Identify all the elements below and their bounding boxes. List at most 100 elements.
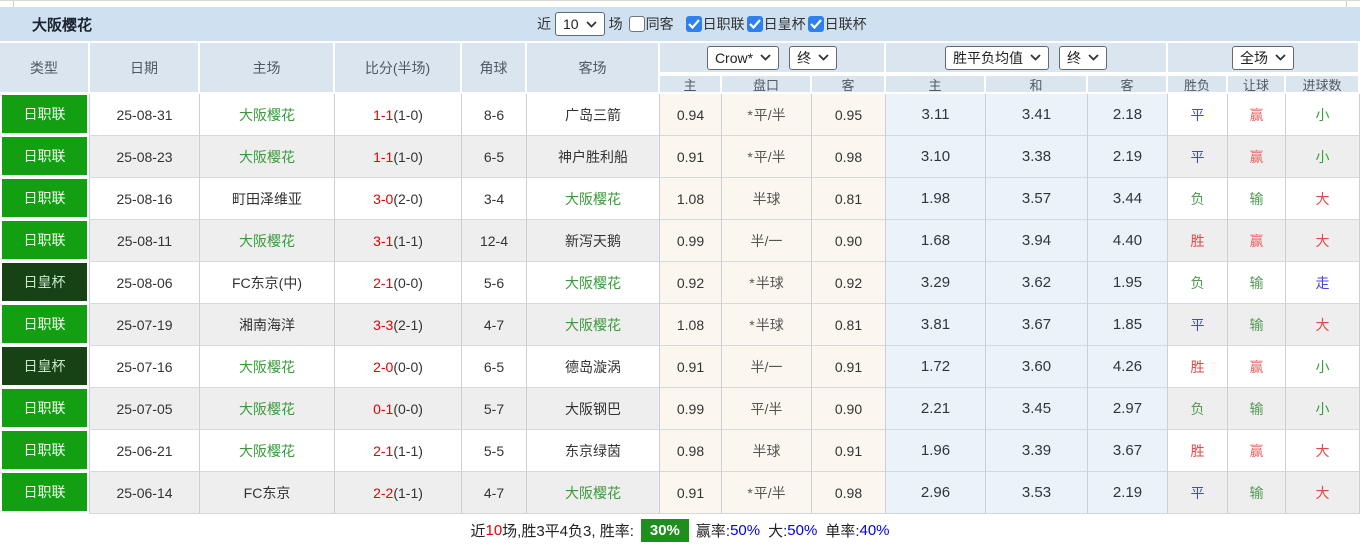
avg-away-cell: 2.18 — [1088, 94, 1168, 136]
summary-prefix: 近 — [470, 522, 486, 540]
check-icon — [748, 19, 761, 29]
away-team-cell[interactable]: 广岛三箭 — [527, 94, 660, 136]
away-team-cell[interactable]: 大阪钢巴 — [527, 388, 660, 430]
home-odds-cell: 0.99 — [660, 388, 722, 430]
table-row: 日皇杯 25-07-16 大阪樱花 2-0 (0-0) 6-5 德岛漩涡 0.91 半/一 0.9… — [0, 346, 1360, 388]
result-cell: 胜 — [1168, 346, 1228, 388]
fulltime-score: 2-2 — [373, 484, 394, 501]
filter-emperor-cup[interactable]: 日皇杯 — [746, 14, 806, 34]
sub-header-handicap: 盘口 — [722, 74, 812, 94]
score-cell: 2-2 (1-1) — [335, 472, 462, 514]
away-odds-cell: 0.98 — [812, 472, 886, 514]
home-team-cell[interactable]: 湘南海洋 — [200, 304, 335, 346]
fulltime-score: 3-0 — [373, 190, 394, 207]
score-cell: 2-0 (0-0) — [335, 346, 462, 388]
halftime-score: (1-0) — [393, 148, 423, 165]
odds-company-select[interactable]: Crow* — [706, 45, 780, 70]
average-select[interactable]: 胜平负均值 — [945, 45, 1049, 70]
odds-time-value: 终 — [797, 49, 812, 66]
odds-company-value: Crow* — [714, 49, 754, 66]
emperor-cup-checkbox[interactable] — [746, 16, 763, 32]
avg-home-cell: 1.98 — [886, 178, 986, 220]
avg-draw-cell: 3.57 — [986, 178, 1088, 220]
home-team-cell[interactable]: 大阪樱花 — [200, 430, 335, 472]
handicap-result-cell: 赢 — [1228, 346, 1286, 388]
home-team-cell[interactable]: 大阪樱花 — [200, 346, 335, 388]
table-row: 日职联 25-07-19 湘南海洋 3-3 (2-1) 4-7 大阪樱花 1.08 * 半球 0.8… — [0, 304, 1360, 346]
league-cup-checkbox[interactable] — [807, 16, 824, 32]
fulltime-score: 1-1 — [373, 148, 394, 165]
home-team-cell[interactable]: 大阪樱花 — [200, 136, 335, 178]
away-team-cell[interactable]: 神户胜利船 — [527, 136, 660, 178]
summary-footer: 近 10 场,胜3平4负3, 胜率: 30% 赢率: 50% 大: 50% 单率: 40% — [0, 514, 1360, 546]
handicap-cell: * 半球 — [722, 262, 812, 304]
jleague-checkbox[interactable] — [685, 16, 702, 32]
average-time-select[interactable]: 终 — [1059, 45, 1107, 70]
handicap-text: 平/半 — [753, 484, 786, 501]
col-header-type: 类型 — [0, 41, 90, 94]
fulltime-score: 1-1 — [373, 106, 394, 123]
match-type-cell: 日职联 — [0, 472, 90, 514]
halftime-score: (0-0) — [393, 400, 423, 417]
corners-cell: 5-7 — [462, 388, 527, 430]
filter-jleague[interactable]: 日职联 — [685, 14, 745, 34]
goals-result-cell: 小 — [1286, 136, 1360, 178]
topbar: 大阪樱花 近 10 场 同客 日职联 日皇杯 日联杯 — [0, 7, 1360, 41]
average-time-value: 终 — [1067, 49, 1081, 66]
chevron-down-icon — [1275, 54, 1286, 61]
col-header-away: 客场 — [527, 41, 660, 94]
let-rate-label: 赢率: — [695, 522, 731, 540]
odds-time-select[interactable]: 终 — [789, 45, 838, 70]
recent-count-select[interactable]: 10 — [555, 12, 605, 36]
handicap-change-star: * — [747, 148, 753, 165]
avg-away-cell: 2.19 — [1088, 472, 1168, 514]
scope-select[interactable]: 全场 — [1232, 45, 1294, 70]
away-team-cell[interactable]: 大阪樱花 — [527, 262, 660, 304]
same-away-checkbox[interactable] — [628, 16, 645, 32]
avg-draw-cell: 3.41 — [986, 94, 1088, 136]
home-team-cell[interactable]: 大阪樱花 — [200, 388, 335, 430]
home-team-cell[interactable]: FC东京 — [200, 472, 335, 514]
filter-league-cup-label: 日联杯 — [824, 16, 867, 32]
corners-cell: 3-4 — [462, 178, 527, 220]
big-rate-value: 50% — [787, 521, 818, 539]
sub-header-result: 胜负 — [1168, 74, 1228, 94]
check-icon — [687, 19, 700, 29]
score-cell: 3-3 (2-1) — [335, 304, 462, 346]
home-team-cell[interactable]: 町田泽维亚 — [200, 178, 335, 220]
handicap-text: 半球 — [752, 442, 781, 459]
home-team-cell[interactable]: 大阪樱花 — [200, 220, 335, 262]
col-header-corners: 角球 — [462, 41, 527, 94]
handicap-text: 半球 — [755, 274, 784, 291]
let-rate-value: 50% — [730, 521, 761, 539]
away-team-cell[interactable]: 新泻天鹅 — [527, 220, 660, 262]
away-team-cell[interactable]: 大阪樱花 — [527, 178, 660, 220]
scope-group: 全场 — [1168, 41, 1360, 74]
score-cell: 2-1 (1-1) — [335, 430, 462, 472]
table-row: 日职联 25-08-16 町田泽维亚 3-0 (2-0) 3-4 大阪樱花 1.08 半球 0.8… — [0, 178, 1360, 220]
corners-cell: 4-7 — [462, 304, 527, 346]
home-odds-cell: 0.92 — [660, 262, 722, 304]
competition-badge: 日皇杯 — [2, 347, 87, 385]
handicap-cell: * 平/半 — [722, 94, 812, 136]
score-cell: 0-1 (0-0) — [335, 388, 462, 430]
competition-badge: 日职联 — [2, 179, 87, 217]
away-team-cell[interactable]: 德岛漩涡 — [527, 346, 660, 388]
handicap-result-cell: 输 — [1228, 472, 1286, 514]
home-team-cell[interactable]: FC东京(中) — [200, 262, 335, 304]
away-odds-cell: 0.98 — [812, 136, 886, 178]
filter-league-cup[interactable]: 日联杯 — [807, 14, 867, 34]
corners-cell: 4-7 — [462, 472, 527, 514]
away-team-cell[interactable]: 东京绿茵 — [527, 430, 660, 472]
away-team-cell[interactable]: 大阪樱花 — [527, 472, 660, 514]
fulltime-score: 2-1 — [373, 442, 394, 459]
same-away-filter[interactable]: 同客 — [628, 14, 678, 34]
away-team-cell[interactable]: 大阪樱花 — [527, 304, 660, 346]
result-cell: 负 — [1168, 178, 1228, 220]
big-rate-label: 大: — [768, 522, 788, 540]
result-cell: 负 — [1168, 388, 1228, 430]
handicap-result-cell: 输 — [1228, 178, 1286, 220]
competition-badge: 日职联 — [2, 431, 87, 469]
result-cell: 平 — [1168, 136, 1228, 178]
home-team-cell[interactable]: 大阪樱花 — [200, 94, 335, 136]
